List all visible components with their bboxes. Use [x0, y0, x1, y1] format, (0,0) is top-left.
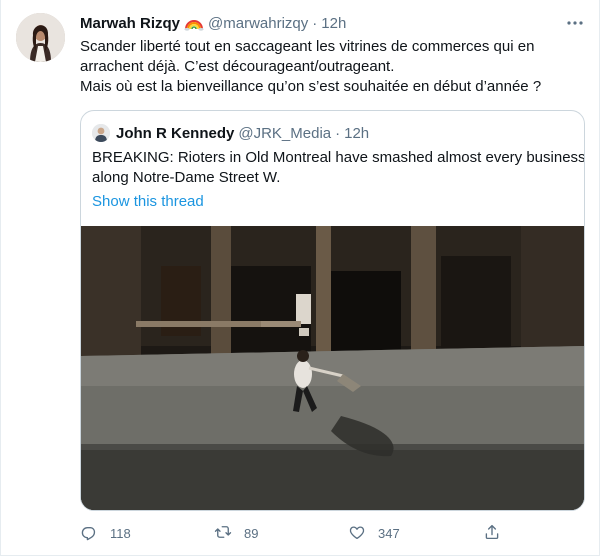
heart-icon	[348, 523, 366, 544]
show-thread-link[interactable]: Show this thread	[92, 192, 204, 212]
retweet-button[interactable]: 89	[214, 521, 258, 545]
rainbow-emoji-icon	[184, 15, 204, 31]
tweet-timestamp[interactable]: 12h	[321, 15, 346, 32]
author-handle[interactable]: @marwahrizqy	[208, 15, 308, 32]
retweet-count: 89	[244, 525, 259, 541]
more-dots-icon[interactable]	[563, 12, 587, 34]
tweet-text-line: Scander liberté tout en saccageant les v…	[80, 38, 535, 55]
tweet-card[interactable]: Marwah Rizqy @marwahrizqy · 12h Scander …	[0, 0, 600, 556]
quoted-text-line: BREAKING: Rioters in Old Montreal have s…	[92, 149, 585, 166]
quoted-tweet-text: BREAKING: Rioters in Old Montreal have s…	[92, 148, 585, 188]
tweet-header: Marwah Rizqy @marwahrizqy · 12h	[80, 13, 346, 33]
tweet-actions: 118 89 347	[80, 521, 585, 545]
tweet-text-line: Mais où est la bienveillance qu’on s’est…	[80, 78, 542, 95]
reply-button[interactable]: 118	[80, 521, 131, 545]
like-count: 347	[378, 525, 400, 541]
separator-dot: ·	[312, 14, 318, 32]
author-display-name[interactable]: Marwah Rizqy	[80, 15, 180, 32]
share-button[interactable]	[483, 521, 501, 545]
quoted-tweet[interactable]: John R Kennedy @JRK_Media · 12h BREAKING…	[80, 110, 585, 511]
separator-dot: ·	[335, 124, 341, 142]
tweet-text-line: arrachent déjà. C’est décourageant/outra…	[80, 58, 395, 75]
quoted-author-avatar	[92, 124, 110, 142]
quoted-text-line: along Notre-Dame Street W.	[92, 169, 281, 186]
share-icon	[483, 523, 501, 544]
quoted-tweet-timestamp: 12h	[344, 124, 370, 142]
author-avatar[interactable]	[16, 13, 65, 62]
reply-icon	[80, 523, 98, 544]
retweet-icon	[214, 523, 232, 544]
quoted-author-display-name: John R Kennedy	[116, 124, 235, 142]
like-button[interactable]: 347	[348, 521, 400, 545]
quoted-author-handle: @JRK_Media	[238, 124, 332, 142]
quoted-video-media[interactable]	[81, 226, 584, 510]
quoted-tweet-header: John R Kennedy @JRK_Media · 12h	[92, 123, 369, 143]
tweet-text: Scander liberté tout en saccageant les v…	[80, 37, 585, 97]
reply-count: 118	[110, 525, 131, 541]
